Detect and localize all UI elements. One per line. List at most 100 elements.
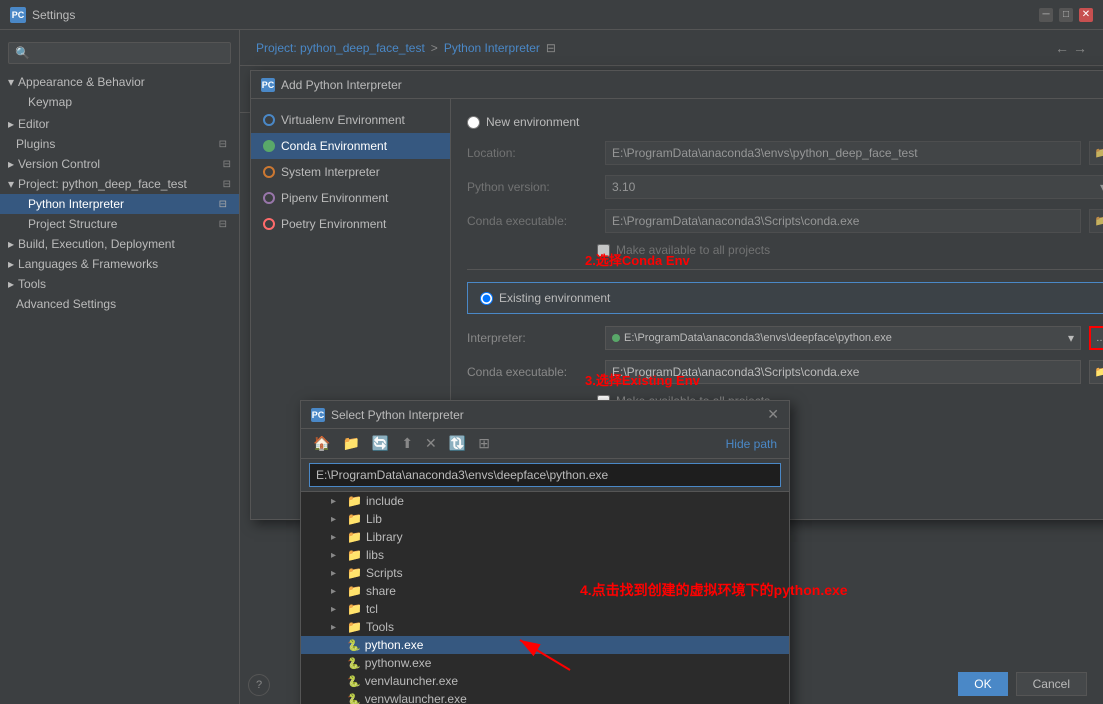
tree-item-label: include	[366, 494, 404, 508]
nav-back-button[interactable]: ←	[1055, 40, 1069, 56]
breadcrumb-project[interactable]: Project: python_deep_face_test	[256, 41, 425, 55]
dialog-system-item[interactable]: System Interpreter	[251, 159, 450, 185]
search-input[interactable]	[8, 42, 231, 64]
sidebar-item-appearance-behavior[interactable]: ▾ Appearance & Behavior	[0, 72, 239, 92]
dialog-virtualenv-item[interactable]: Virtualenv Environment	[251, 107, 450, 133]
existing-interpreter-row: Interpreter: E:\ProgramData\anaconda3\en…	[467, 326, 1103, 350]
virtualenv-label: Virtualenv Environment	[281, 113, 405, 127]
sidebar-item-project[interactable]: ▾ Project: python_deep_face_test ⊟	[0, 174, 239, 194]
tree-item-libs[interactable]: ▸ 📁 libs	[301, 546, 789, 564]
conda-exec-browse-button[interactable]: 📁	[1089, 209, 1103, 233]
tree-item-pythonw-exe[interactable]: 🐍 pythonw.exe	[301, 654, 789, 672]
python-version-value: 3.10	[612, 180, 635, 194]
tree-item-library[interactable]: ▸ 📁 Library	[301, 528, 789, 546]
tree-item-venvwlauncher-exe[interactable]: 🐍 venvwlauncher.exe	[301, 690, 789, 704]
sidebar-item-version-control[interactable]: ▸ Version Control ⊟	[0, 154, 239, 174]
folder-arrow-icon: ▸	[331, 496, 343, 507]
close-button[interactable]: ✕	[1079, 8, 1093, 22]
tree-item-tools[interactable]: ▸ 📁 Tools	[301, 618, 789, 636]
tree-item-label: Lib	[366, 512, 382, 526]
dialog-poetry-item[interactable]: Poetry Environment	[251, 211, 450, 237]
annotation-existing: 3.选择Existing Env	[585, 370, 700, 389]
sidebar-item-editor[interactable]: ▸ Editor	[0, 114, 239, 134]
existing-conda-exec-browse-button[interactable]: 📁	[1089, 360, 1103, 384]
file-dialog-icon: PC	[311, 408, 325, 422]
new-folder-button[interactable]: 📁	[338, 433, 363, 454]
python-version-select[interactable]: 3.10 ▾	[605, 175, 1103, 199]
dialog-pipenv-item[interactable]: Pipenv Environment	[251, 185, 450, 211]
tree-item-include[interactable]: ▸ 📁 include	[301, 492, 789, 510]
window-title: Settings	[32, 8, 1039, 22]
existing-interpreter-value: E:\ProgramData\anaconda3\envs\deepface\p…	[624, 332, 892, 344]
location-browse-button[interactable]: 📁	[1089, 141, 1103, 165]
existing-interpreter-select[interactable]: E:\ProgramData\anaconda3\envs\deepface\p…	[605, 326, 1081, 350]
annotation-python-exe: 4.点击找到创建的虚拟环境下的python.exe	[580, 580, 848, 600]
tree-item-tcl[interactable]: ▸ 📁 tcl	[301, 600, 789, 618]
file-dialog-close-button[interactable]: ✕	[767, 406, 779, 423]
ok-button[interactable]: OK	[958, 672, 1007, 696]
collapse-arrow: ▾	[8, 75, 14, 89]
sidebar-item-advanced[interactable]: Advanced Settings	[0, 294, 239, 314]
existing-interpreter-browse-button[interactable]: …	[1089, 326, 1103, 350]
search-box[interactable]	[8, 42, 231, 64]
tree-item-lib[interactable]: ▸ 📁 Lib	[301, 510, 789, 528]
nav-forward-button[interactable]: →	[1073, 40, 1087, 56]
home-button[interactable]: 🏠	[309, 433, 334, 454]
folder-arrow-icon: ▸	[331, 568, 343, 579]
sidebar-item-tools[interactable]: ▸ Tools	[0, 274, 239, 294]
collapse-arrow: ▸	[8, 257, 14, 271]
sync-button[interactable]: 🔃	[445, 433, 470, 454]
sidebar-item-project-structure[interactable]: Project Structure ⊟	[0, 214, 239, 234]
conda-exec-input[interactable]	[605, 209, 1081, 233]
file-path-input[interactable]	[309, 463, 781, 487]
delete-button[interactable]: ✕	[421, 433, 441, 454]
up-button[interactable]: ⬆	[397, 433, 417, 454]
help-button[interactable]: ?	[248, 674, 270, 696]
sidebar-item-label: Advanced Settings	[16, 297, 116, 311]
existing-env-radio[interactable]	[480, 292, 493, 305]
collapse-arrow: ▸	[8, 157, 14, 171]
folder-arrow-icon: ▸	[331, 622, 343, 633]
system-dot	[263, 166, 275, 178]
minimize-button[interactable]: ─	[1039, 8, 1053, 22]
folder-icon: 📁	[347, 566, 362, 580]
expand-button[interactable]: ⊞	[474, 433, 494, 454]
folder-icon: 📁	[347, 512, 362, 526]
dialog-icon: PC	[261, 78, 275, 92]
hide-path-button[interactable]: Hide path	[722, 435, 781, 453]
dialog-conda-item[interactable]: Conda Environment	[251, 133, 450, 159]
location-input[interactable]	[605, 141, 1081, 165]
sidebar-item-build-exec[interactable]: ▸ Build, Execution, Deployment	[0, 234, 239, 254]
sidebar-item-plugins[interactable]: Plugins ⊟	[0, 134, 239, 154]
poetry-dot	[263, 218, 275, 230]
cancel-button[interactable]: Cancel	[1016, 672, 1087, 696]
refresh-button[interactable]: 🔄	[368, 433, 393, 454]
window-controls: ─ □ ✕	[1039, 8, 1093, 22]
existing-interpreter-label: Interpreter:	[467, 331, 597, 345]
new-env-radio[interactable]	[467, 116, 480, 129]
breadcrumb-current[interactable]: Python Interpreter	[444, 41, 540, 55]
folder-arrow-icon: ▸	[331, 514, 343, 525]
file-icon: 🐍	[347, 693, 361, 704]
tree-item-label: venvwlauncher.exe	[365, 692, 467, 704]
sidebar-item-keymap[interactable]: Keymap	[0, 92, 239, 112]
sidebar-item-python-interpreter[interactable]: Python Interpreter ⊟	[0, 194, 239, 214]
folder-arrow-icon: ▸	[331, 532, 343, 543]
file-icon: 🐍	[347, 675, 361, 688]
location-row: Location: 📁	[467, 141, 1103, 165]
select-interpreter-dialog: PC Select Python Interpreter ✕ 🏠 📁 🔄 ⬆ ✕…	[300, 400, 790, 704]
sidebar-item-label: Plugins	[16, 137, 55, 151]
maximize-button[interactable]: □	[1059, 8, 1073, 22]
conda-dot	[263, 140, 275, 152]
collapse-arrow: ▸	[8, 117, 14, 131]
sidebar-item-label: Python Interpreter	[28, 197, 124, 211]
sidebar-item-label: Keymap	[28, 95, 72, 109]
file-toolbar: 🏠 📁 🔄 ⬆ ✕ 🔃 ⊞ Hide path	[301, 429, 789, 459]
tree-item-python-exe[interactable]: 🐍 python.exe	[301, 636, 789, 654]
sidebar-item-languages[interactable]: ▸ Languages & Frameworks	[0, 254, 239, 274]
annotation-conda: 2.选择Conda Env	[585, 250, 690, 269]
pipenv-dot	[263, 192, 275, 204]
folder-icon: 📁	[347, 530, 362, 544]
tree-item-venvlauncher-exe[interactable]: 🐍 venvlauncher.exe	[301, 672, 789, 690]
sidebar-item-label: Tools	[18, 277, 46, 291]
